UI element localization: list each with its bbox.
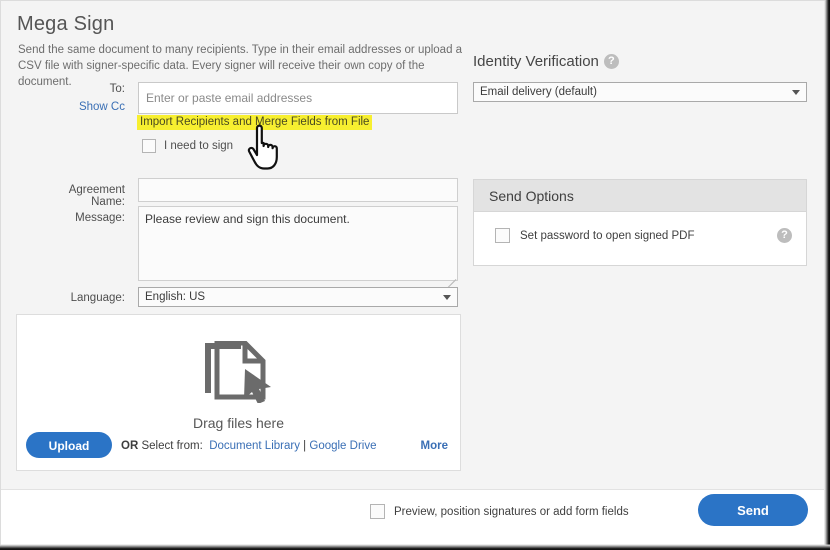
file-dropzone[interactable]: Drag files here Upload OR Select from: D… (16, 314, 461, 471)
send-button[interactable]: Send (698, 494, 808, 526)
window-right-edge (824, 0, 830, 550)
chevron-down-icon (792, 90, 800, 95)
identity-verification-title: Identity Verification? (473, 53, 619, 70)
agreement-name-input[interactable] (138, 178, 458, 202)
identity-verification-label: Identity Verification (473, 53, 599, 70)
set-password-checkbox[interactable] (495, 228, 510, 243)
documents-drag-icon (201, 341, 277, 403)
i-need-to-sign-checkbox[interactable] (142, 139, 156, 153)
identity-verification-select[interactable]: Email delivery (default) (473, 82, 807, 102)
page-title: Mega Sign (17, 13, 114, 36)
send-options-panel: Send Options Set password to open signed… (473, 179, 807, 266)
language-select[interactable]: English: US (138, 287, 458, 307)
drag-files-text: Drag files here (17, 415, 460, 431)
i-need-to-sign-label: I need to sign (164, 140, 233, 152)
window-bottom-edge (0, 544, 830, 550)
set-password-label: Set password to open signed PDF (520, 230, 695, 242)
preview-checkbox[interactable] (370, 504, 385, 519)
to-recipients-input[interactable] (138, 82, 458, 114)
main-content-area: Mega Sign Send the same document to many… (1, 1, 824, 489)
message-textarea[interactable] (138, 206, 458, 281)
window-top-edge (0, 0, 830, 1)
upload-button[interactable]: Upload (26, 432, 112, 458)
language-selected-value: English: US (145, 291, 205, 303)
chevron-down-icon (443, 295, 451, 300)
mega-sign-window: Mega Sign Send the same document to many… (0, 0, 830, 550)
i-need-to-sign-row[interactable]: I need to sign (142, 139, 233, 153)
language-label: Language: (53, 292, 125, 304)
or-label: OR (121, 440, 138, 452)
document-library-link[interactable]: Document Library (209, 440, 300, 452)
show-cc-link[interactable]: Show Cc (61, 101, 125, 113)
footer-bar: Preview, position signatures or add form… (1, 489, 824, 545)
identity-verification-selected-value: Email delivery (default) (480, 86, 597, 98)
agreement-name-label: Agreement Name: (36, 184, 125, 208)
preview-label: Preview, position signatures or add form… (394, 506, 629, 518)
send-options-header: Send Options (474, 180, 806, 212)
preview-position-row[interactable]: Preview, position signatures or add form… (370, 504, 629, 519)
help-icon[interactable]: ? (604, 54, 619, 69)
window-left-edge (0, 0, 1, 550)
help-icon[interactable]: ? (777, 228, 792, 243)
message-label: Message: (53, 212, 125, 224)
select-from-label: Select from: (141, 440, 202, 452)
set-password-row[interactable]: Set password to open signed PDF ? (474, 212, 806, 243)
more-link[interactable]: More (421, 440, 448, 452)
import-recipients-link[interactable]: Import Recipients and Merge Fields from … (137, 115, 372, 130)
google-drive-link[interactable]: Google Drive (309, 440, 376, 452)
select-from-row: OR Select from: Document Library | Googl… (121, 440, 377, 452)
to-label: To: (61, 83, 125, 95)
